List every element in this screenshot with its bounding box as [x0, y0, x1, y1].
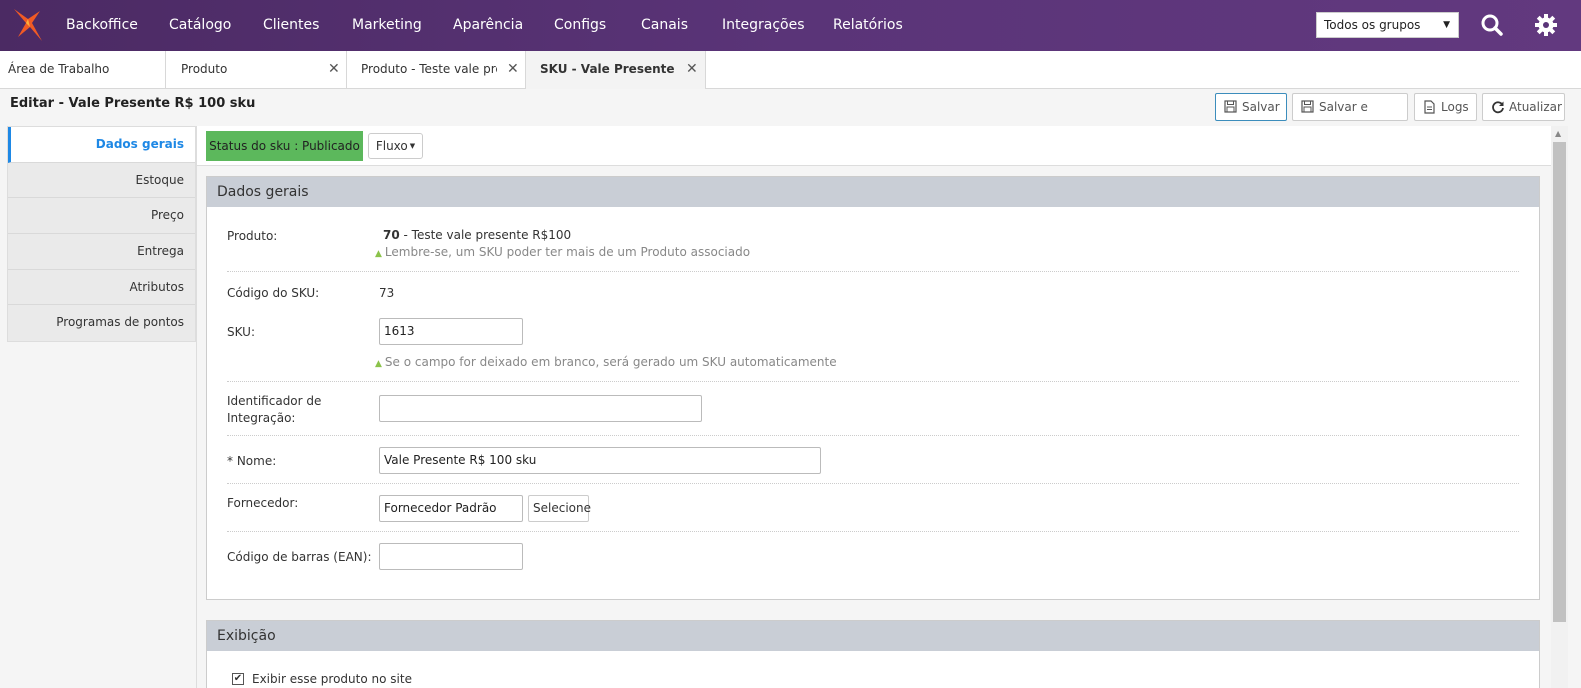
sidebar-item-entrega[interactable]: Entrega	[8, 234, 195, 270]
tab-label: Produto - Teste vale presente R$100	[361, 62, 497, 76]
separator	[227, 435, 1519, 436]
sidebar-item-programas-de-pontos[interactable]: Programas de pontos	[8, 305, 195, 341]
separator	[227, 271, 1519, 272]
sku-input[interactable]: 1613	[379, 318, 523, 345]
flow-label: Fluxo	[375, 139, 408, 153]
sku-label: SKU:	[227, 325, 255, 339]
sku-hint: ▲ Se o campo for deixado em branco, será …	[375, 355, 837, 369]
sidebar-item-dados-gerais[interactable]: Dados gerais	[8, 127, 195, 163]
codigo-value: 73	[379, 286, 395, 300]
produto-hint-text: Lembre-se, um SKU poder ter mais de um P…	[384, 245, 751, 259]
tab-label: Área de Trabalho	[8, 62, 110, 76]
save-label: Salvar	[1242, 100, 1280, 114]
nav-canais[interactable]: Canais	[641, 0, 688, 51]
tab-sku[interactable]: SKU - Vale Presente R$ 100 sku ✕	[526, 51, 706, 89]
ean-input[interactable]	[379, 543, 523, 570]
ean-label: Código de barras (EAN):	[227, 550, 372, 564]
show-on-site-checkbox[interactable]: ✔	[232, 673, 244, 685]
gear-icon[interactable]	[1533, 12, 1559, 38]
logs-label: Logs	[1441, 100, 1469, 114]
refresh-icon	[1492, 101, 1504, 114]
panel-title: Exibição	[207, 621, 1539, 651]
produto-value[interactable]: 70 - Teste vale presente R$100	[383, 228, 571, 242]
flow-dropdown-button[interactable]: Fluxo ▼	[368, 133, 423, 159]
produto-id: 70	[383, 228, 400, 242]
chevron-down-icon: ▼	[1443, 20, 1450, 30]
panel-title: Dados gerais	[207, 177, 1539, 207]
separator	[227, 483, 1519, 484]
scroll-up-icon[interactable]: ▲	[1555, 129, 1561, 138]
integration-id-input[interactable]	[379, 395, 702, 422]
nav-relatorios[interactable]: Relatórios	[833, 0, 903, 51]
supplier-input[interactable]: Fornecedor Padrão	[379, 495, 523, 522]
top-navbar: Backoffice Catálogo Clientes Marketing A…	[0, 0, 1581, 51]
floppy-icon	[1301, 100, 1314, 113]
sku-hint-text: Se o campo for deixado em branco, será g…	[384, 355, 837, 369]
nav-aparencia[interactable]: Aparência	[453, 0, 523, 51]
nav-marketing[interactable]: Marketing	[352, 0, 422, 51]
tab-label: Produto	[181, 62, 228, 76]
sidebar-item-atributos[interactable]: Atributos	[8, 270, 195, 306]
nav-clientes[interactable]: Clientes	[263, 0, 319, 51]
produto-name: - Teste vale presente R$100	[399, 228, 572, 242]
nome-label: * Nome:	[227, 454, 277, 468]
caret-down-icon: ▼	[409, 142, 416, 150]
fornecedor-label: Fornecedor:	[227, 496, 299, 510]
document-icon	[1424, 100, 1435, 114]
show-on-site-label: Exibir esse produto no site	[252, 672, 412, 686]
status-badge: Status do sku : Publicado	[206, 131, 363, 161]
codigo-label: Código do SKU:	[227, 286, 320, 300]
nav-catalogo[interactable]: Catálogo	[169, 0, 231, 51]
status-bar: Status do sku : Publicado Fluxo ▼	[197, 126, 1551, 166]
save-close-button[interactable]: Salvar e fechar	[1292, 93, 1408, 140]
tab-produto-teste[interactable]: Produto - Teste vale presente R$100 ✕	[347, 51, 526, 89]
produto-label: Produto:	[227, 229, 278, 243]
close-icon[interactable]: ✕	[686, 51, 698, 87]
logs-button[interactable]: Logs	[1414, 93, 1477, 121]
refresh-label: Atualizar	[1509, 100, 1562, 114]
refresh-button[interactable]: Atualizar	[1482, 93, 1565, 121]
nav-integracoes[interactable]: Integrações	[722, 0, 805, 51]
separator	[227, 531, 1519, 532]
close-icon[interactable]: ✕	[328, 51, 340, 87]
tab-produto[interactable]: Produto ✕	[166, 51, 347, 89]
search-icon[interactable]	[1479, 12, 1505, 38]
arrow-up-icon: ▲	[375, 359, 382, 369]
save-button[interactable]: Salvar	[1215, 93, 1287, 121]
tab-label: SKU - Vale Presente R$ 100 sku	[540, 62, 676, 76]
sidebar: Dados gerais Estoque Preço Entrega Atrib…	[7, 126, 196, 688]
select-supplier-button[interactable]: Selecione	[528, 495, 591, 522]
integracao-label: Identificador de Integração:	[227, 394, 322, 425]
scrollbar[interactable]: ▲	[1551, 126, 1568, 688]
general-data-panel: Dados gerais Produto: 70 - Teste vale pr…	[206, 176, 1540, 600]
floppy-icon	[1224, 100, 1237, 113]
group-select[interactable]: Todos os grupos ▼	[1316, 12, 1459, 38]
nav-configs[interactable]: Configs	[554, 0, 606, 51]
scrollbar-thumb[interactable]	[1553, 142, 1566, 622]
page-title: Editar - Vale Presente R$ 100 sku	[10, 96, 256, 111]
tab-area-de-trabalho[interactable]: Área de Trabalho	[0, 51, 166, 89]
nav-backoffice[interactable]: Backoffice	[66, 0, 138, 51]
display-panel: Exibição ✔ Exibir esse produto no site	[206, 620, 1540, 688]
logo-icon[interactable]	[12, 7, 44, 43]
sidebar-list: Dados gerais Estoque Preço Entrega Atrib…	[7, 126, 196, 343]
sidebar-item-preco[interactable]: Preço	[8, 198, 195, 235]
arrow-up-icon: ▲	[375, 249, 382, 259]
produto-hint: ▲ Lembre-se, um SKU poder ter mais de um …	[375, 245, 750, 259]
separator	[227, 381, 1519, 382]
divider	[196, 126, 197, 688]
close-icon[interactable]: ✕	[507, 51, 519, 87]
sidebar-item-estoque[interactable]: Estoque	[8, 163, 195, 199]
name-input[interactable]: Vale Presente R$ 100 sku	[379, 447, 821, 474]
group-select-value: Todos os grupos	[1324, 18, 1421, 32]
tab-bar: Área de Trabalho Produto ✕ Produto - Tes…	[0, 51, 1581, 89]
